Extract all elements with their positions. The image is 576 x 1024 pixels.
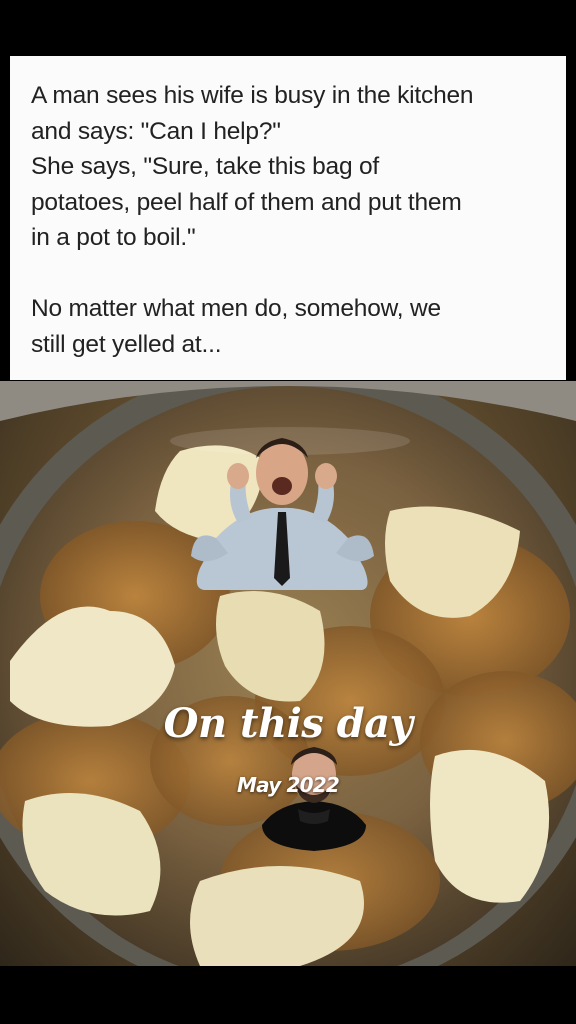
meme-line: potatoes, peel half of them and put them <box>31 188 462 216</box>
bottom-black-bar <box>0 966 576 1024</box>
meme-line: A man sees his wife is busy in the kitch… <box>31 82 474 109</box>
top-black-bar <box>0 0 576 56</box>
on-this-day-title: On this day <box>163 700 413 747</box>
meme-caption-card: A man sees his wife is busy in the kitch… <box>10 56 566 380</box>
meme-line: She says, "Sure, take this bag of <box>31 153 380 180</box>
meme-line: No matter what men do, somehow, we <box>31 295 441 322</box>
cheering-man-sticker-icon <box>186 428 378 594</box>
meme-line: in a pot to boil." <box>31 224 196 251</box>
meme-line: still get yelled at... <box>31 330 222 358</box>
meme-paragraph-1: A man sees his wife is busy in the kitch… <box>31 78 566 256</box>
memory-date-label: May 2022 <box>236 773 340 797</box>
meme-line: and says: "Can I help?" <box>31 117 281 145</box>
meme-paragraph-2: No matter what men do, somehow, we still… <box>31 291 566 362</box>
